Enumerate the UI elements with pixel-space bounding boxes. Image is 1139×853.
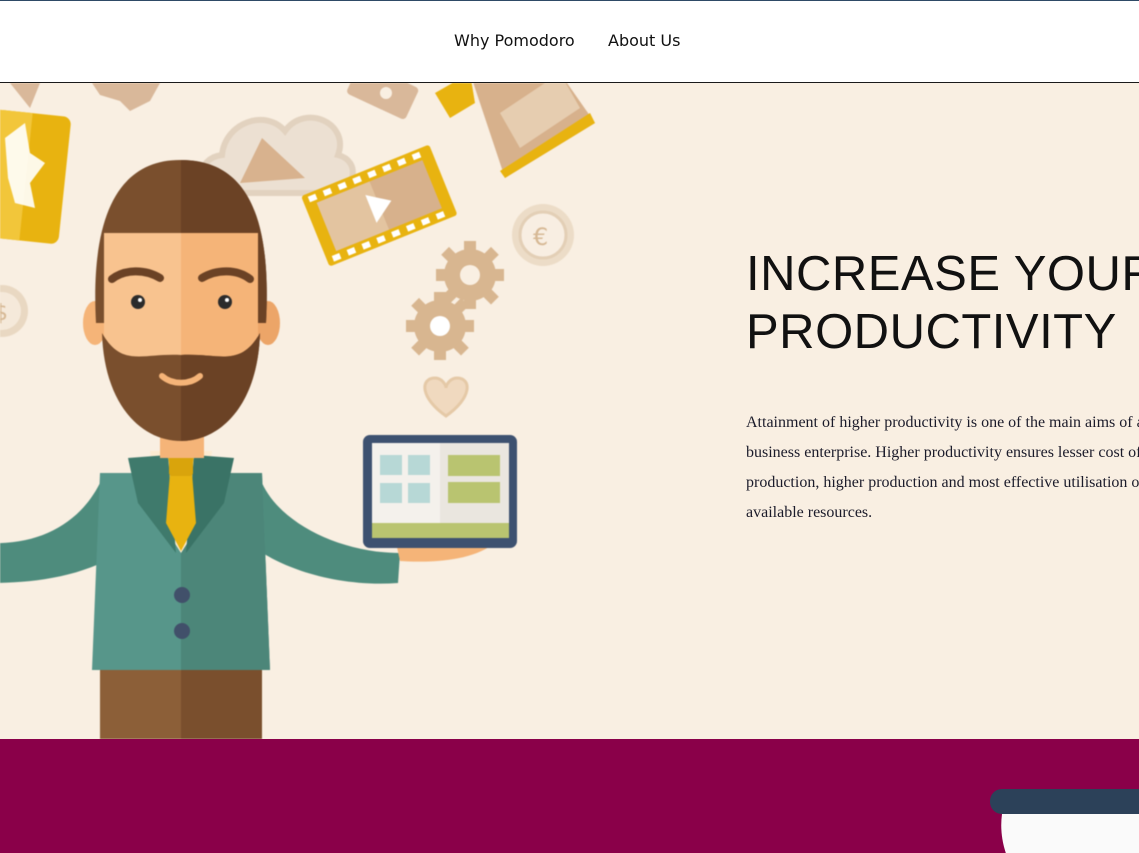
nav-link-about-us[interactable]: About Us — [608, 31, 680, 50]
hero-section: $ € INCREASE YOUR PRODUCTIVITY Attainmen… — [0, 83, 1139, 739]
gear-icon — [406, 241, 504, 360]
svg-text:€: € — [533, 223, 548, 251]
hero-description: Attainment of higher productivity is one… — [746, 408, 1139, 528]
megaphone-icon — [435, 83, 595, 178]
tablet-icon — [363, 435, 517, 548]
hero-description-line: available resources. — [746, 504, 873, 521]
hero-description-line: business enterprise. Higher productivity… — [746, 444, 1139, 461]
hero-title-line: INCREASE YOUR — [746, 247, 1139, 301]
productivity-illustration: $ € — [0, 83, 595, 739]
pomodoro-section — [0, 739, 1139, 853]
euro-coin-icon: € — [512, 204, 574, 266]
svg-text:$: $ — [0, 301, 8, 326]
dollar-coin-icon: $ — [0, 285, 28, 337]
map-icon — [0, 109, 71, 244]
top-nav-bar: Why Pomodoro About Us — [0, 0, 1139, 83]
coffee-cup-icon — [990, 789, 1139, 853]
hero-description-line: Attainment of higher productivity is one… — [746, 414, 1139, 431]
nav-link-why-pomodoro[interactable]: Why Pomodoro — [454, 31, 575, 50]
hero-title-line: PRODUCTIVITY — [746, 305, 1117, 359]
heart-icon — [423, 376, 469, 418]
hero-description-line: production, higher production and most e… — [746, 474, 1139, 491]
hero-title: INCREASE YOUR PRODUCTIVITY — [746, 245, 1139, 361]
